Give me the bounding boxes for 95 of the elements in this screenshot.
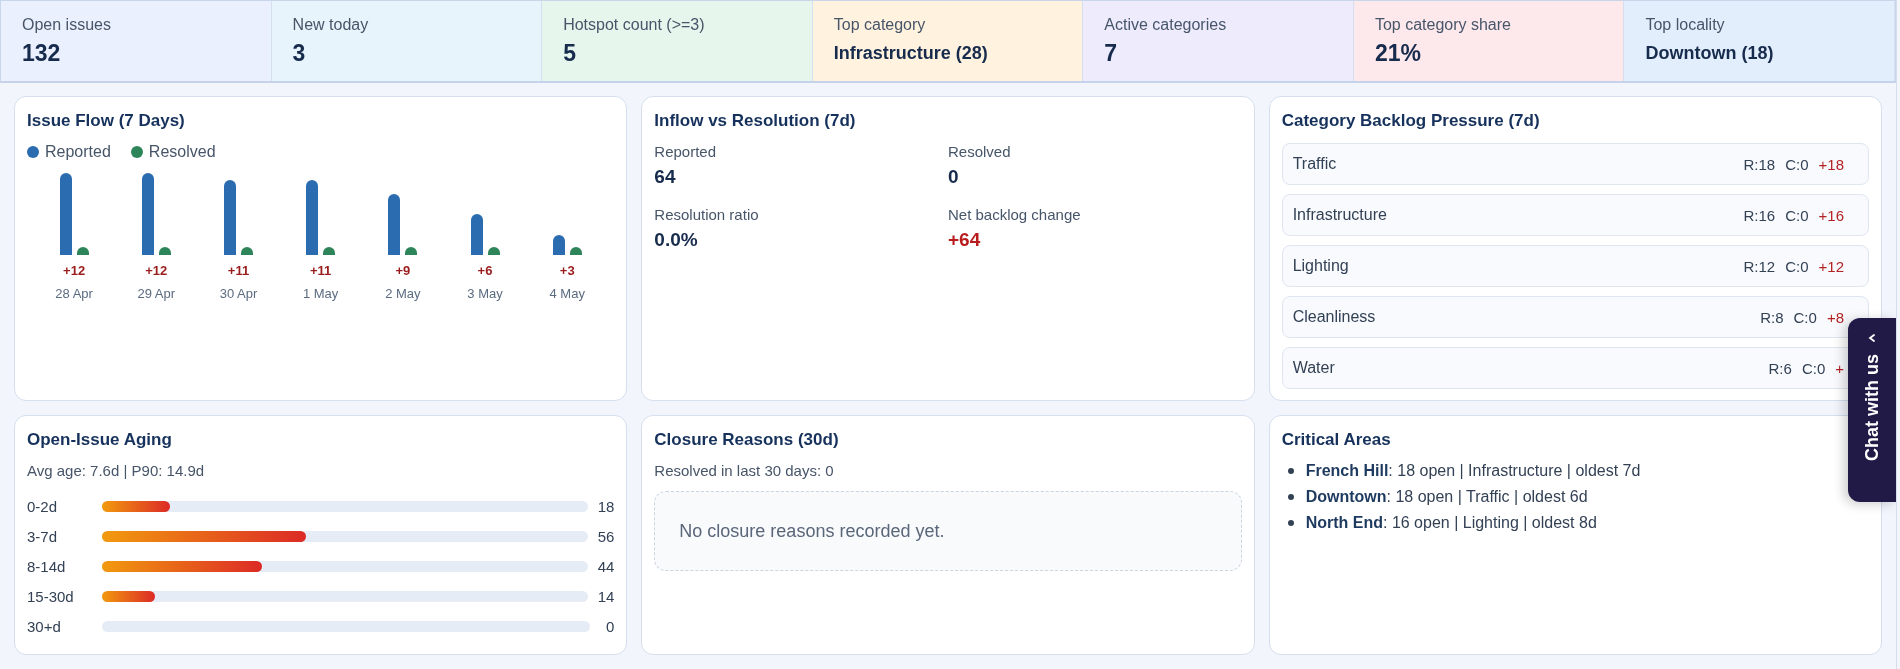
net-label: +9 xyxy=(395,263,411,278)
kpi-label: Top locality xyxy=(1645,16,1726,34)
empty-message: No closure reasons recorded yet. xyxy=(679,520,945,542)
closed-count: C:0 xyxy=(1785,257,1809,275)
legend-label: Resolved xyxy=(148,143,216,161)
reported-bar xyxy=(388,193,401,255)
stat-value: 0 xyxy=(948,166,960,188)
net-label: +12 xyxy=(63,263,86,278)
kpi-value: 5 xyxy=(563,40,577,67)
stat-value: 0.0% xyxy=(654,229,699,251)
net-label: +6 xyxy=(477,263,493,278)
date-label: 29 Apr xyxy=(137,286,176,301)
bucket-label: 15-30d xyxy=(27,587,75,605)
net-label: +11 xyxy=(310,263,332,278)
bucket-count: 18 xyxy=(597,497,615,515)
resolved-marker xyxy=(240,247,253,255)
date-label: 28 Apr xyxy=(55,286,93,301)
stat-label: Resolved xyxy=(948,143,1012,160)
bucket-count: 44 xyxy=(597,557,615,575)
stat-label: Net backlog change xyxy=(948,206,1082,223)
card-title: Closure Reasons (30d) xyxy=(654,430,840,450)
stat-label: Reported xyxy=(654,143,718,160)
reported-count: R:12 xyxy=(1743,257,1776,275)
card-title: Critical Areas xyxy=(1281,430,1392,450)
bullet-icon xyxy=(1287,520,1294,526)
net-label: +12 xyxy=(145,263,168,278)
closure-summary: Resolved in last 30 days: 0 xyxy=(654,462,835,479)
reported-count: R:18 xyxy=(1743,155,1776,173)
bucket-label: 8-14d xyxy=(27,557,67,575)
reported-bar xyxy=(470,214,483,255)
kpi-value: 132 xyxy=(22,40,62,67)
resolved-marker xyxy=(158,247,171,255)
stat-value: +64 xyxy=(948,229,982,251)
kpi-value: 3 xyxy=(292,40,307,67)
kpi-label: Hotspot count (>=3) xyxy=(563,16,706,34)
date-label: 4 May xyxy=(549,286,585,301)
bullet-icon xyxy=(1287,494,1294,500)
area-summary: North End: 16 open | Lighting | oldest 8d xyxy=(1305,514,1597,532)
bucket-label: 30+d xyxy=(27,617,62,635)
chevron-icon xyxy=(1866,332,1878,344)
kpi-label: Open issues xyxy=(22,16,112,34)
backlog-delta: + xyxy=(1835,359,1844,377)
date-label: 30 Apr xyxy=(219,286,258,301)
closed-count: C:0 xyxy=(1801,359,1826,377)
resolved-marker xyxy=(569,247,582,255)
closed-count: C:0 xyxy=(1785,206,1809,224)
card-title: Category Backlog Pressure (7d) xyxy=(1281,111,1541,131)
card-title: Issue Flow (7 Days) xyxy=(27,111,186,131)
aging-summary: Avg age: 7.6d | P90: 14.9d xyxy=(27,462,206,479)
resolved-marker xyxy=(405,247,418,255)
stat-label: Resolution ratio xyxy=(654,206,760,223)
category-name: Lighting xyxy=(1292,257,1349,275)
reported-count: R:6 xyxy=(1768,359,1792,377)
net-label: +3 xyxy=(559,263,575,278)
kpi-label: New today xyxy=(292,16,370,34)
reported-count: R:8 xyxy=(1760,308,1784,326)
category-name: Infrastructure xyxy=(1292,206,1387,224)
kpi-label: Top category xyxy=(833,16,927,34)
closed-count: C:0 xyxy=(1793,308,1817,326)
bucket-count: 0 xyxy=(605,617,615,635)
category-name: Cleanliness xyxy=(1292,308,1376,326)
kpi-value: Infrastructure (28) xyxy=(833,43,989,64)
reported-count: R:16 xyxy=(1743,206,1776,224)
chat-tab[interactable]: Chat with us xyxy=(1848,318,1896,502)
backlog-delta: +16 xyxy=(1818,206,1844,224)
date-label: 3 May xyxy=(467,286,503,301)
bucket-count: 14 xyxy=(597,587,615,605)
kpi-value: 21% xyxy=(1374,40,1422,67)
category-name: Traffic xyxy=(1292,155,1337,173)
kpi-value: Downtown (18) xyxy=(1645,43,1775,64)
reported-bar xyxy=(552,234,565,255)
area-summary: Downtown: 18 open | Traffic | oldest 6d xyxy=(1305,488,1588,506)
category-name: Water xyxy=(1292,359,1335,377)
closed-count: C:0 xyxy=(1785,155,1809,173)
net-label: +11 xyxy=(227,263,250,278)
backlog-delta: +8 xyxy=(1826,308,1844,326)
bucket-label: 0-2d xyxy=(27,497,59,515)
backlog-delta: +12 xyxy=(1818,257,1844,275)
card-title: Inflow vs Resolution (7d) xyxy=(654,111,857,131)
date-label: 2 May xyxy=(385,286,421,301)
date-label: 1 May xyxy=(302,286,339,301)
kpi-value: 7 xyxy=(1104,40,1119,67)
resolved-marker xyxy=(487,247,500,255)
kpi-label: Top category share xyxy=(1374,16,1512,34)
backlog-delta: +18 xyxy=(1818,155,1844,173)
card-title: Open-Issue Aging xyxy=(27,430,173,450)
bullet-icon xyxy=(1287,468,1294,474)
kpi-label: Active categories xyxy=(1104,16,1228,34)
legend-label: Reported xyxy=(45,143,111,161)
resolved-marker xyxy=(76,247,89,255)
resolved-marker xyxy=(323,247,336,255)
bucket-count: 56 xyxy=(597,527,615,545)
stat-value: 64 xyxy=(654,166,677,188)
area-summary: French Hill: 18 open | Infrastructure | oldest 7d xyxy=(1305,462,1641,480)
bucket-label: 3-7d xyxy=(27,527,59,545)
